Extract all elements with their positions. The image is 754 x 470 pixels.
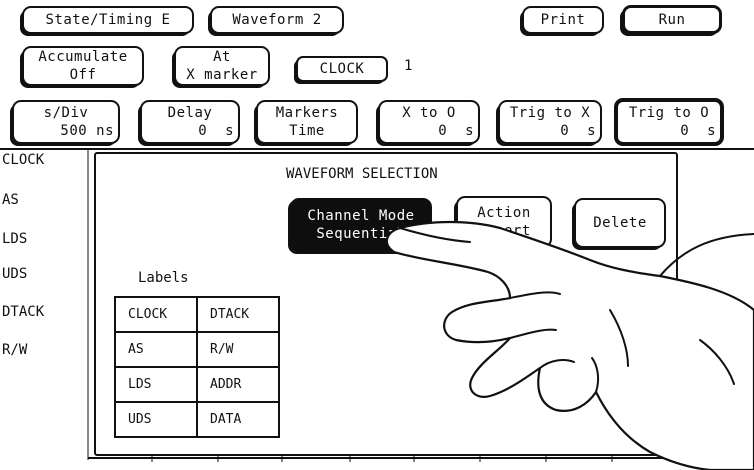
label-cell[interactable]: DTACK: [196, 296, 280, 333]
labels-grid-row: LDS ADDR: [114, 366, 280, 403]
label-cell[interactable]: ADDR: [196, 366, 280, 403]
label-cell[interactable]: UDS: [114, 401, 198, 438]
label-cell[interactable]: LDS: [114, 366, 198, 403]
label-cell[interactable]: DATA: [196, 401, 280, 438]
dialog-title: WAVEFORM SELECTION: [286, 166, 438, 182]
labels-grid-row: CLOCK DTACK: [114, 296, 280, 333]
pointing-hand-icon: [385, 220, 754, 470]
labels-heading: Labels: [138, 270, 189, 286]
labels-grid-row: AS R/W: [114, 331, 280, 368]
labels-grid: CLOCK DTACK AS R/W LDS ADDR UDS DATA: [114, 296, 280, 438]
labels-grid-row: UDS DATA: [114, 401, 280, 438]
label-cell[interactable]: AS: [114, 331, 198, 368]
label-cell[interactable]: CLOCK: [114, 296, 198, 333]
label-cell[interactable]: R/W: [196, 331, 280, 368]
